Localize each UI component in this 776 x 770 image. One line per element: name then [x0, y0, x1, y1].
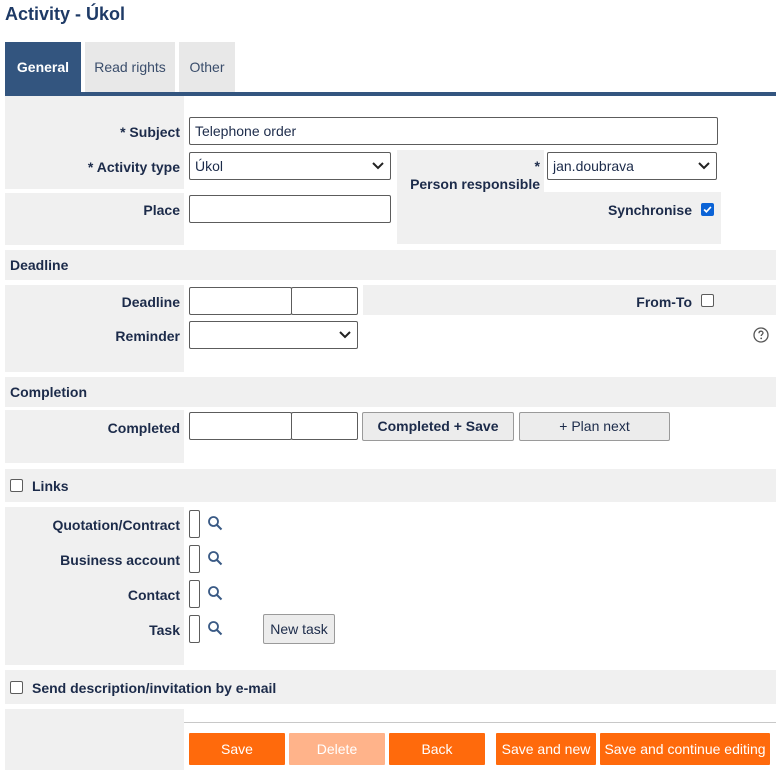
- chevron-down-icon: [339, 331, 351, 339]
- save-and-new-button[interactable]: Save and new: [496, 733, 596, 765]
- from-to-label: From-To: [636, 294, 692, 310]
- place-input[interactable]: [189, 195, 391, 223]
- deadline-label: Deadline: [121, 294, 180, 310]
- save-continue-editing-button[interactable]: Save and continue editing: [600, 733, 770, 765]
- search-icon[interactable]: [207, 515, 223, 531]
- deadline-date-input[interactable]: [189, 287, 292, 315]
- from-to-checkbox[interactable]: [701, 294, 714, 307]
- reminder-label: Reminder: [115, 328, 180, 344]
- reminder-select[interactable]: [189, 321, 358, 349]
- links-section-title: Links: [32, 478, 69, 494]
- subject-label: * Subject: [120, 124, 180, 140]
- contact-label: Contact: [127, 587, 180, 603]
- deadline-section-title: Deadline: [10, 257, 69, 273]
- tab-read-rights[interactable]: Read rights: [85, 42, 175, 92]
- deadline-section-header: [5, 250, 776, 280]
- search-icon[interactable]: [207, 620, 223, 636]
- quotation-contract-label: Quotation/Contract: [52, 517, 180, 533]
- links-checkbox[interactable]: [10, 479, 23, 492]
- completed-date-input[interactable]: [189, 412, 292, 440]
- footer-divider: [184, 722, 776, 723]
- activity-type-select[interactable]: Úkol: [189, 152, 391, 180]
- back-button[interactable]: Back: [389, 733, 485, 765]
- business-account-label: Business account: [60, 552, 180, 568]
- tab-other[interactable]: Other: [179, 42, 235, 92]
- place-label: Place: [143, 202, 180, 218]
- chevron-down-icon: [372, 162, 384, 170]
- tab-general[interactable]: General: [5, 42, 81, 92]
- task-label: Task: [149, 622, 180, 638]
- person-responsible-star: *: [534, 158, 540, 174]
- completion-label-panel: [5, 410, 184, 463]
- footer-label-panel: [5, 709, 184, 770]
- search-icon[interactable]: [207, 585, 223, 601]
- task-input[interactable]: [189, 615, 200, 643]
- plan-next-button[interactable]: + Plan next: [519, 412, 670, 441]
- new-task-button[interactable]: New task: [263, 614, 335, 644]
- person-responsible-label: Person responsible: [410, 176, 540, 192]
- label-divider: [5, 189, 184, 193]
- completed-label: Completed: [107, 420, 180, 436]
- contact-input[interactable]: [189, 580, 200, 608]
- email-checkbox[interactable]: [10, 681, 23, 694]
- person-responsible-select[interactable]: jan.doubrava: [547, 152, 717, 180]
- deadline-time-input[interactable]: [291, 287, 358, 315]
- email-section-title: Send description/invitation by e-mail: [32, 680, 277, 696]
- business-account-input[interactable]: [189, 545, 200, 573]
- activity-type-label: * Activity type: [87, 159, 180, 175]
- synchronise-checkbox[interactable]: [701, 203, 714, 216]
- synchronise-label: Synchronise: [607, 202, 692, 218]
- subject-input[interactable]: Telephone order: [189, 117, 718, 145]
- checkmark-icon: [703, 206, 712, 214]
- chevron-down-icon: [698, 162, 710, 170]
- search-icon[interactable]: [207, 550, 223, 566]
- quotation-contract-input[interactable]: [189, 510, 200, 538]
- sync-panel: [544, 192, 721, 244]
- completed-save-button[interactable]: Completed + Save: [362, 412, 514, 441]
- activity-type-value: Úkol: [195, 158, 224, 174]
- completed-time-input[interactable]: [291, 412, 358, 440]
- completion-section-title: Completion: [10, 384, 87, 400]
- completion-section-header: [5, 377, 776, 407]
- delete-button: Delete: [289, 733, 385, 765]
- person-responsible-value: jan.doubrava: [553, 158, 634, 174]
- links-section-header: [5, 469, 776, 502]
- save-button[interactable]: Save: [189, 733, 285, 765]
- help-icon[interactable]: [753, 327, 769, 343]
- page-title: Activity - Úkol: [5, 4, 126, 24]
